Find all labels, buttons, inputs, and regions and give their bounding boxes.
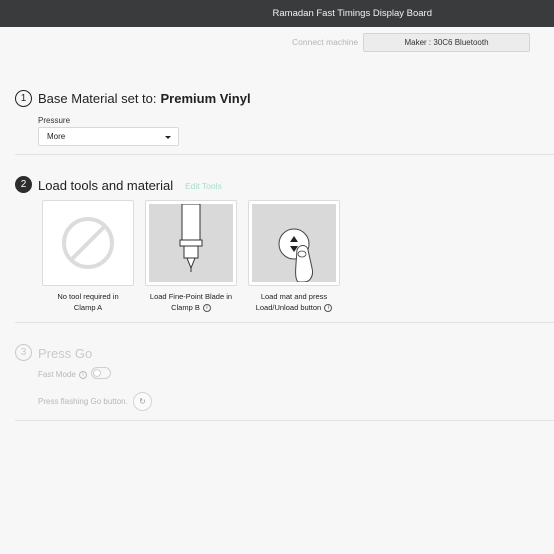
tool-caption-clamp-b: Load Fine-Point Blade in Clamp B i <box>136 291 246 313</box>
step-1-title-prefix: Base Material set to: <box>38 91 157 106</box>
go-instruction: Press flashing Go button. <box>38 397 128 406</box>
tool-card-clamp-b <box>145 200 237 286</box>
press-load-button-icon <box>278 228 313 282</box>
top-bar: Ramadan Fast Timings Display Board <box>0 0 554 27</box>
tool-caption-load-mat: Load mat and press Load/Unload button i <box>239 291 349 313</box>
tool-card-load-mat <box>248 200 340 286</box>
fine-point-blade-icon <box>179 204 203 272</box>
tool-card-clamp-a <box>42 200 134 286</box>
go-icon: ↻ <box>139 397 146 406</box>
step-1-title: Base Material set to: Premium Vinyl <box>38 91 251 106</box>
step-1-number: 1 <box>15 90 32 107</box>
info-icon[interactable]: i <box>324 304 333 313</box>
pressure-label: Pressure <box>38 116 71 125</box>
section-divider <box>15 420 554 421</box>
caption-line: Load mat and press <box>260 292 328 301</box>
caption-line: Load Fine-Point Blade in <box>149 292 233 301</box>
section-divider <box>15 322 554 323</box>
edit-tools-link[interactable]: Edit Tools <box>185 181 222 191</box>
pressure-value: More <box>47 132 66 141</box>
caption-line: Load/Unload button <box>255 303 322 312</box>
go-button[interactable]: ↻ <box>133 392 152 411</box>
caption-line: Clamp B <box>171 303 200 312</box>
caption-line: Clamp A <box>73 303 103 312</box>
fast-mode-toggle[interactable] <box>91 367 111 379</box>
pressure-dropdown[interactable]: More <box>38 127 179 146</box>
toggle-knob <box>93 369 101 377</box>
no-tool-icon <box>62 217 114 269</box>
step-3-title: Press Go <box>38 346 93 361</box>
step-3-number: 3 <box>15 344 32 361</box>
fast-mode-label: Fast Mode i <box>38 370 88 379</box>
caption-line: No tool required in <box>57 292 119 301</box>
info-icon[interactable]: i <box>79 370 88 379</box>
info-icon[interactable]: i <box>202 304 211 313</box>
chevron-down-icon <box>165 136 171 139</box>
connect-machine-label: Connect machine <box>292 37 359 47</box>
section-divider <box>15 154 554 155</box>
step-2-title: Load tools and material <box>38 178 174 193</box>
fast-mode-text: Fast Mode <box>38 370 76 379</box>
base-material-name: Premium Vinyl <box>160 91 251 106</box>
step-2-number: 2 <box>15 176 32 193</box>
tool-caption-clamp-a: No tool required in Clamp A <box>33 291 143 313</box>
app-title: Ramadan Fast Timings Display Board <box>272 8 432 19</box>
machine-select-button[interactable]: Maker : 30C6 Bluetooth <box>363 33 530 52</box>
